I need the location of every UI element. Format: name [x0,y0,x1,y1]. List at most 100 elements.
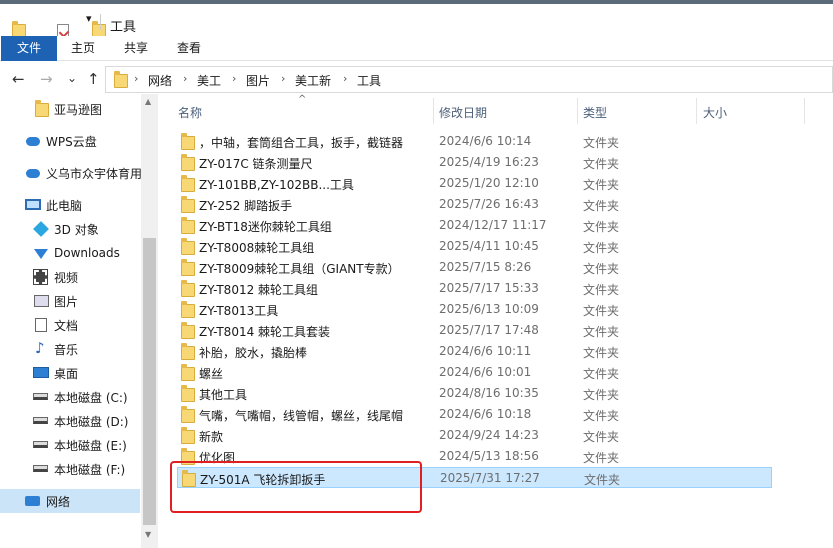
sidebar-item-label: 本地磁盘 (E:) [54,438,127,453]
sidebar-item-drive-f[interactable]: 本地磁盘 (F:) [0,457,140,481]
sidebar-scrollbar-thumb[interactable] [143,238,156,525]
quick-access-dropdown-icon[interactable]: ▾ [86,12,92,25]
breadcrumb-pictures[interactable]: 图片 [246,72,270,89]
column-divider[interactable] [577,98,578,124]
file-row[interactable]: ZY-017C 链条测量尺 2025/4/19 16:23 文件夹 [177,152,772,173]
desktop-icon [33,367,49,378]
file-date: 2025/7/17 15:33 [439,281,539,295]
file-date: 2025/4/19 16:23 [439,155,539,169]
folder-icon [35,100,49,117]
recent-locations-button[interactable]: ⌄ [67,71,77,85]
breadcrumb-network[interactable]: 网络 [148,72,172,89]
sidebar-item-label: 3D 对象 [54,222,99,237]
sidebar-item-yiwu-sports[interactable]: 义乌市众宇体育用 [0,161,143,185]
sidebar-item-label: 图片 [54,294,79,309]
file-row[interactable]: ZY-T8008棘轮工具组 2025/4/11 10:45 文件夹 [177,236,772,257]
sidebar-item-label: 本地磁盘 (C:) [54,390,128,405]
column-divider[interactable] [804,98,805,124]
folder-icon [181,343,195,360]
sidebar-item-drive-e[interactable]: 本地磁盘 (E:) [0,433,140,457]
sidebar-item-network[interactable]: 网络 [0,489,140,513]
file-name: 新款 [199,430,224,444]
download-icon [34,249,48,259]
sidebar-item-label: WPS云盘 [46,134,97,149]
sidebar-item-3d-objects[interactable]: 3D 对象 [0,217,140,241]
file-date: 2025/7/17 17:48 [439,323,539,337]
scroll-down-arrow-icon[interactable]: ▼ [145,530,151,539]
file-date: 2024/8/16 10:35 [439,386,539,400]
file-type: 文件夹 [584,473,621,487]
file-row[interactable]: ZY-T8014 棘轮工具套装 2025/7/17 17:48 文件夹 [177,320,772,341]
column-divider[interactable] [696,98,697,124]
breadcrumb-meigong[interactable]: 美工 [197,72,221,89]
sidebar-item-this-pc[interactable]: 此电脑 [0,193,140,217]
file-type: 文件夹 [583,283,620,297]
forward-button[interactable]: → [40,70,53,88]
up-button[interactable]: ↑ [87,70,100,88]
window-title: 工具 [110,20,137,35]
tab-home[interactable]: 主页 [62,36,104,61]
column-header-size[interactable]: 大小 [703,104,727,121]
sidebar-item-downloads[interactable]: Downloads [0,241,140,265]
drive-icon [33,417,48,424]
network-icon [25,496,40,506]
file-row[interactable]: ，中轴，套筒组合工具，扳手，截链器 2024/6/6 10:14 文件夹 [177,131,772,152]
tab-share[interactable]: 共享 [115,36,157,61]
sidebar-item-label: 义乌市众宇体育用 [46,166,143,181]
file-row[interactable]: 新款 2024/9/24 14:23 文件夹 [177,425,772,446]
file-row[interactable]: ZY-252 脚踏扳手 2025/7/26 16:43 文件夹 [177,194,772,215]
sidebar-item-drive-c[interactable]: 本地磁盘 (C:) [0,385,140,409]
sidebar-item-label: 网络 [46,494,71,509]
file-type: 文件夹 [583,346,620,360]
file-row[interactable]: ZY-T8009棘轮工具组（GIANT专款） 2025/7/15 8:26 文件… [177,257,772,278]
folder-icon [181,280,195,297]
file-row[interactable]: 螺丝 2024/6/6 10:01 文件夹 [177,362,772,383]
sidebar-item-wps-cloud[interactable]: WPS云盘 [0,129,140,153]
column-divider[interactable] [433,98,434,124]
file-type: 文件夹 [583,304,620,318]
breadcrumb-separator: › [343,72,348,85]
column-header-date[interactable]: 修改日期 [439,104,487,121]
file-name: ZY-BT18迷你棘轮工具组 [199,220,332,234]
column-header-type[interactable]: 类型 [583,104,607,121]
breadcrumb-meigongxin[interactable]: 美工新 [295,72,331,89]
file-row[interactable]: 气嘴，气嘴帽，线管帽，螺丝，线尾帽 2024/6/6 10:18 文件夹 [177,404,772,425]
scroll-up-arrow-icon[interactable]: ▲ [145,97,151,106]
file-date: 2025/6/13 10:09 [439,302,539,316]
file-type: 文件夹 [583,409,620,423]
file-row[interactable]: ZY-T8012 棘轮工具组 2025/7/17 15:33 文件夹 [177,278,772,299]
file-row[interactable]: ZY-101BB,ZY-102BB...工具 2025/1/20 12:10 文… [177,173,772,194]
tab-view[interactable]: 查看 [168,36,210,61]
column-header-name[interactable]: 名称 [178,104,202,121]
folder-icon [181,196,195,213]
sidebar-item-drive-d[interactable]: 本地磁盘 (D:) [0,409,140,433]
file-row[interactable]: 补胎，胶水，撬胎棒 2024/6/6 10:11 文件夹 [177,341,772,362]
breadcrumb-separator: › [281,72,286,85]
sidebar-item-videos[interactable]: 视频 [0,265,140,289]
folder-icon [181,427,195,444]
folder-icon [181,301,195,318]
file-row[interactable]: ZY-T8013工具 2025/6/13 10:09 文件夹 [177,299,772,320]
sidebar-item-music[interactable]: ♪ 音乐 [0,337,140,361]
sidebar-item-amazon-images[interactable]: 亚马逊图 [0,97,140,121]
file-date: 2024/9/24 14:23 [439,428,539,442]
back-button[interactable]: ← [12,70,25,88]
file-row[interactable]: 其他工具 2024/8/16 10:35 文件夹 [177,383,772,404]
folder-icon [181,133,195,150]
file-date: 2025/7/31 17:27 [440,471,540,485]
sidebar-item-desktop[interactable]: 桌面 [0,361,140,385]
picture-icon [34,295,49,307]
file-date: 2025/4/11 10:45 [439,239,539,253]
breadcrumb-tools[interactable]: 工具 [357,72,381,89]
breadcrumb-separator: › [183,72,188,85]
cube-icon [33,221,49,237]
folder-icon [181,217,195,234]
sidebar-item-pictures[interactable]: 图片 [0,289,140,313]
tab-file[interactable]: 文件 [1,36,57,61]
file-row[interactable]: ZY-BT18迷你棘轮工具组 2024/12/17 11:17 文件夹 [177,215,772,236]
file-name: ZY-T8013工具 [199,304,279,318]
music-icon: ♪ [35,339,45,357]
sidebar-item-documents[interactable]: 文档 [0,313,140,337]
address-bar[interactable]: › 网络 › 美工 › 图片 › 美工新 › 工具 [105,66,833,93]
sidebar-item-label: 文档 [54,318,79,333]
